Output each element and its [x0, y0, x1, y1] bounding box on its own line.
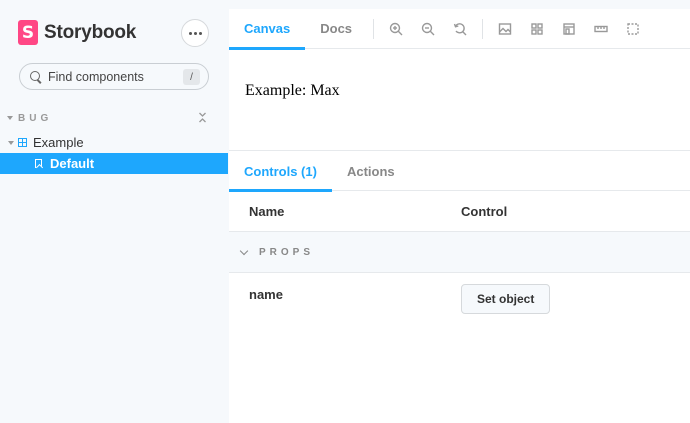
brand[interactable]: S Storybook	[18, 20, 136, 45]
column-header-control: Control	[461, 203, 508, 219]
preview-canvas: Example: Max	[229, 50, 690, 150]
zoom-in-icon[interactable]	[380, 9, 412, 49]
caret-down-icon	[7, 116, 13, 120]
sidebar-group-bug[interactable]: BUG	[7, 111, 217, 125]
toolbar-divider	[373, 18, 375, 39]
sidebar-item-example[interactable]: Example	[0, 132, 228, 153]
measure-icon[interactable]	[585, 9, 617, 49]
grid-icon[interactable]	[521, 9, 553, 49]
background-icon[interactable]	[489, 9, 521, 49]
tab-docs[interactable]: Docs	[305, 9, 367, 49]
search-input[interactable]: Find components /	[19, 63, 209, 90]
search-shortcut-key: /	[183, 69, 200, 85]
addons-panel: Controls (1) Actions Name Control PROPS …	[229, 150, 690, 423]
prop-name: name	[249, 287, 283, 302]
story-output: Example: Max	[245, 82, 340, 99]
caret-down-icon	[8, 140, 14, 145]
ellipsis-icon	[188, 31, 192, 35]
outline-icon[interactable]	[617, 9, 649, 49]
addon-tabs: Controls (1) Actions	[229, 151, 690, 192]
component-icon	[18, 138, 27, 147]
section-label: PROPS	[259, 246, 315, 258]
search-icon	[30, 70, 42, 83]
column-header-name: Name	[249, 203, 285, 219]
set-object-button[interactable]: Set object	[461, 284, 551, 314]
viewport-icon[interactable]	[553, 9, 585, 49]
tab-actions[interactable]: Actions	[332, 151, 410, 191]
tab-canvas[interactable]: Canvas	[229, 9, 306, 50]
group-label: BUG	[18, 112, 53, 124]
search-placeholder: Find components	[48, 69, 144, 84]
toolbar: Canvas Docs	[229, 9, 690, 50]
collapse-all-icon[interactable]	[198, 111, 207, 123]
tab-controls[interactable]: Controls (1)	[229, 151, 332, 192]
sidebar-item-default[interactable]: Default	[0, 153, 228, 174]
main-panel: Canvas Docs Example: Max Controls (1) Ac…	[229, 9, 690, 423]
controls-table-header: Name Control	[229, 191, 690, 232]
sidebar-item-label: Default	[50, 156, 95, 171]
props-section-toggle[interactable]: PROPS	[229, 232, 690, 273]
menu-button[interactable]	[181, 19, 209, 47]
bookmark-icon	[35, 159, 42, 168]
zoom-reset-icon[interactable]	[444, 9, 476, 49]
sidebar-item-label: Example	[33, 135, 84, 150]
zoom-out-icon[interactable]	[412, 9, 444, 49]
prop-control: Set object	[441, 284, 551, 314]
chevron-down-icon	[239, 246, 249, 255]
sidebar: S Storybook Find components / BUG Exampl…	[0, 0, 228, 423]
brand-name: Storybook	[44, 21, 137, 43]
storybook-logo-icon: S	[18, 20, 38, 45]
table-row: name Set object	[229, 273, 690, 325]
toolbar-divider	[482, 18, 484, 39]
